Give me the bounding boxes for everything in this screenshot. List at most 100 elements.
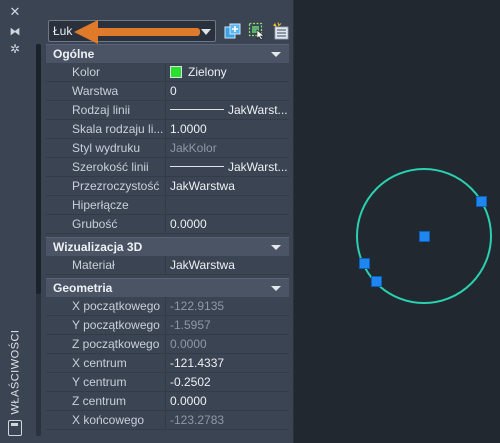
settings-icon[interactable]: ✲ <box>9 43 21 55</box>
color-swatch <box>170 66 182 78</box>
chevron-down-icon[interactable] <box>271 52 281 57</box>
property-label: X końcowego <box>46 411 166 429</box>
quick-select-icon[interactable] <box>272 22 290 40</box>
property-value-text: Zielony <box>188 65 227 79</box>
property-label: Szerokość linii <box>46 158 166 176</box>
property-label: Z centrum <box>46 392 166 410</box>
section-header[interactable]: Wizualizacja 3D <box>46 237 289 256</box>
grip-midpoint[interactable] <box>371 276 382 287</box>
property-label: Styl wydruku <box>46 139 166 157</box>
chevron-down-icon[interactable] <box>271 245 281 250</box>
property-value-text: 1.0000 <box>170 122 207 136</box>
section-header[interactable]: Geometria <box>46 278 289 297</box>
property-value[interactable]: 0.0000 <box>166 392 289 410</box>
property-row[interactable]: X końcowego -123.2783 <box>46 411 289 430</box>
property-label: Kolor <box>46 63 166 81</box>
property-value[interactable]: JakKolor <box>166 139 289 157</box>
property-label: Y centrum <box>46 373 166 391</box>
section-title: Wizualizacja 3D <box>53 240 143 254</box>
scrollbar[interactable] <box>36 44 41 436</box>
property-label: X centrum <box>46 354 166 372</box>
linetype-preview <box>170 166 224 167</box>
linetype-preview <box>170 109 224 110</box>
property-value-text: -0.2502 <box>170 375 211 389</box>
property-value[interactable]: -0.2502 <box>166 373 289 391</box>
property-row[interactable]: Z centrum 0.0000 <box>46 392 289 411</box>
property-value[interactable]: Zielony <box>166 63 289 81</box>
circle-arc-drawing[interactable] <box>294 0 500 443</box>
property-value-text: JakWarstwa <box>170 258 235 272</box>
property-value-text: JakWarstwa <box>170 179 235 193</box>
property-label: Materiał <box>46 256 166 274</box>
chevron-down-icon <box>201 29 211 35</box>
property-row[interactable]: Rodzaj linii JakWarst... <box>46 101 289 120</box>
chevron-down-icon[interactable] <box>271 286 281 291</box>
property-row[interactable]: Y centrum -0.2502 <box>46 373 289 392</box>
property-value[interactable]: -121.4337 <box>166 354 289 372</box>
property-label: X początkowego <box>46 297 166 315</box>
grip-end[interactable] <box>476 196 487 207</box>
property-row[interactable]: Z początkowego 0.0000 <box>46 335 289 354</box>
grip-center[interactable] <box>419 231 430 242</box>
property-row[interactable]: Grubość 0.0000 <box>46 215 289 234</box>
property-row[interactable]: X centrum -121.4337 <box>46 354 289 373</box>
property-grid: Ogólne Kolor Zielony Warstwa 0 Rodzaj linii Ja… <box>46 44 289 430</box>
property-row[interactable]: Skala rodzaju li... 1.0000 <box>46 120 289 139</box>
property-row[interactable]: Kolor Zielony <box>46 63 289 82</box>
property-value[interactable]: -123.2783 <box>166 411 289 429</box>
close-icon[interactable]: ✕ <box>9 5 21 18</box>
property-value-text: 0.0000 <box>170 337 207 351</box>
toggle-pickadd-icon[interactable] <box>224 22 242 40</box>
property-row[interactable]: Materiał JakWarstwa <box>46 256 289 275</box>
property-label: Grubość <box>46 215 166 233</box>
annotation-arrow-shaft <box>96 28 200 36</box>
properties-palette-icon[interactable] <box>8 420 22 436</box>
property-value-text: JakWarst... <box>228 160 288 174</box>
drawing-canvas[interactable] <box>294 0 500 443</box>
property-value[interactable]: 0.0000 <box>166 335 289 353</box>
property-label: Skala rodzaju li... <box>46 120 166 138</box>
property-value[interactable]: -1.5957 <box>166 316 289 334</box>
property-label: Z początkowego <box>46 335 166 353</box>
grip-start[interactable] <box>359 258 370 269</box>
select-objects-icon[interactable] <box>248 22 266 40</box>
property-value[interactable]: 0 <box>166 82 289 100</box>
property-value-text: -123.2783 <box>170 413 225 427</box>
property-value-text: -1.5957 <box>170 318 211 332</box>
property-value-text: JakWarst... <box>228 103 288 117</box>
property-row[interactable]: Szerokość linii JakWarst... <box>46 158 289 177</box>
property-label: Rodzaj linii <box>46 101 166 119</box>
property-row[interactable]: Przezroczystość JakWarstwa <box>46 177 289 196</box>
property-value-text: 0.0000 <box>170 394 207 408</box>
property-row[interactable]: Warstwa 0 <box>46 82 289 101</box>
property-value[interactable]: 0.0000 <box>166 215 289 233</box>
property-label: Przezroczystość <box>46 177 166 195</box>
annotation-arrow-icon <box>74 20 98 44</box>
section-title: Geometria <box>53 281 113 295</box>
palette-title-bar: ✕ ⧓ ✲ WŁAŚCIWOŚCI <box>0 0 30 443</box>
property-value[interactable] <box>166 196 289 214</box>
property-value-text: JakKolor <box>170 141 217 155</box>
property-value[interactable]: JakWarstwa <box>166 256 289 274</box>
property-label: Y początkowego <box>46 316 166 334</box>
object-type-value: Łuk <box>53 24 73 38</box>
property-value-text: -122.9135 <box>170 299 225 313</box>
palette-vertical-title: WŁAŚCIWOŚCI <box>9 329 22 415</box>
property-value-text: 0.0000 <box>170 217 207 231</box>
scrollbar-thumb[interactable] <box>36 44 41 294</box>
property-label: Warstwa <box>46 82 166 100</box>
property-value[interactable]: -122.9135 <box>166 297 289 315</box>
property-value[interactable]: JakWarst... <box>166 101 289 119</box>
property-row[interactable]: Hiperłącze <box>46 196 289 215</box>
property-row[interactable]: X początkowego -122.9135 <box>46 297 289 316</box>
property-row[interactable]: Y początkowego -1.5957 <box>46 316 289 335</box>
property-value-text: 0 <box>170 84 177 98</box>
auto-hide-icon[interactable]: ⧓ <box>9 27 21 38</box>
property-value[interactable]: 1.0000 <box>166 120 289 138</box>
section-title: Ogólne <box>53 47 95 61</box>
property-value[interactable]: JakWarstwa <box>166 177 289 195</box>
property-row[interactable]: Styl wydruku JakKolor <box>46 139 289 158</box>
property-value-text: -121.4337 <box>170 356 225 370</box>
property-value[interactable]: JakWarst... <box>166 158 289 176</box>
section-header[interactable]: Ogólne <box>46 44 289 63</box>
